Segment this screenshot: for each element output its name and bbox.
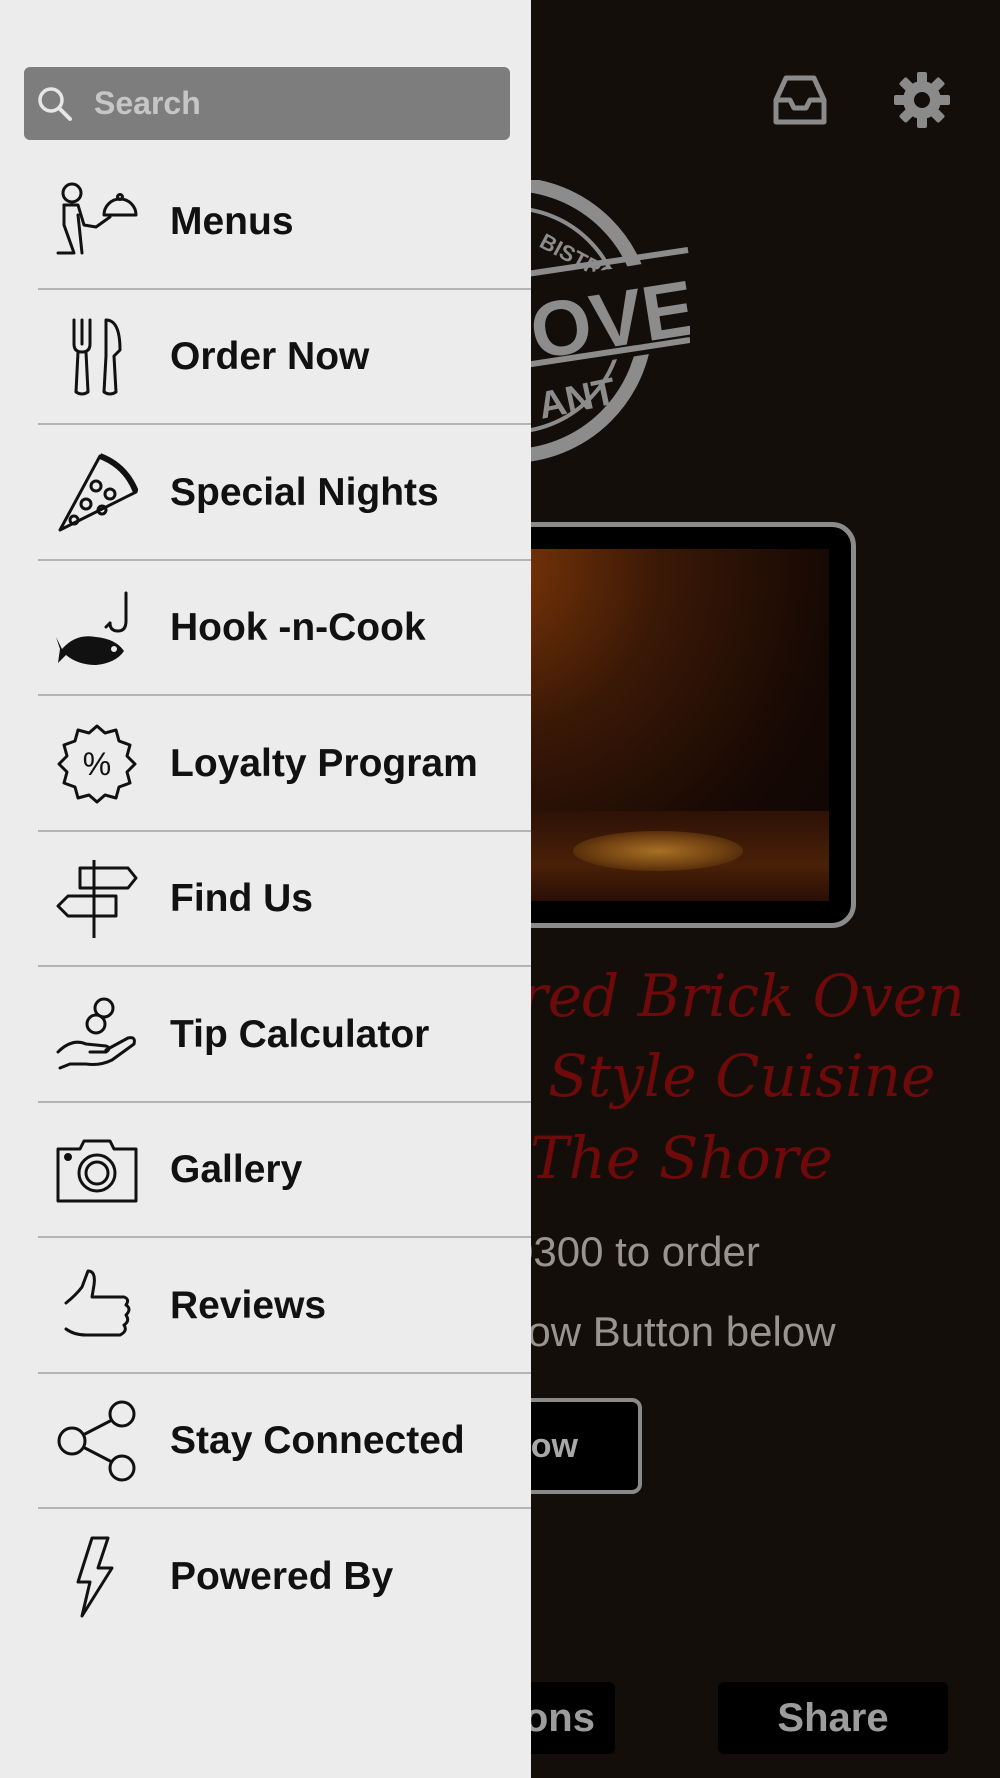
menu-item-powered-by[interactable]: Powered By: [0, 1509, 531, 1645]
menu-item-tip-calculator[interactable]: Tip Calculator: [0, 967, 531, 1103]
menu-item-label: Special Nights: [170, 470, 439, 514]
menu-item-reviews[interactable]: Reviews: [0, 1238, 531, 1374]
menu-item-find-us[interactable]: Find Us: [0, 832, 531, 967]
menu-item-gallery[interactable]: Gallery: [0, 1103, 531, 1238]
menu-item-label: Order Now: [170, 335, 370, 379]
camera-icon: [56, 1129, 138, 1211]
percent-badge-icon: %: [56, 723, 138, 805]
pizza-in-oven: [573, 831, 743, 871]
headline-line-3: The Shore: [530, 1124, 833, 1192]
menu-item-hook-n-cook[interactable]: Hook -n-Cook: [0, 561, 531, 696]
navigation-drawer: Menus Order Now: [0, 0, 531, 1778]
menu-item-label: Reviews: [170, 1283, 327, 1327]
signpost-icon: [56, 858, 138, 940]
hand-coins-icon: [56, 994, 138, 1076]
fork-knife-icon: [56, 316, 138, 398]
order-instruction-line-2: low Button below: [518, 1308, 836, 1355]
lightning-icon: [56, 1536, 138, 1618]
search-input[interactable]: [94, 67, 494, 140]
menu-item-label: Tip Calculator: [170, 1012, 430, 1056]
headline-line-2: Style Cuisine: [548, 1042, 936, 1110]
search-icon: [34, 83, 74, 123]
menu-item-label: Find Us: [170, 877, 313, 921]
menu-item-menus[interactable]: Menus: [0, 154, 531, 290]
gear-icon[interactable]: [892, 70, 952, 130]
share-button[interactable]: Share: [718, 1682, 948, 1754]
svg-text:%: %: [83, 746, 111, 782]
menu-item-label: Gallery: [170, 1148, 303, 1192]
search-bar[interactable]: [24, 67, 510, 140]
drawer-menu: Menus Order Now Special Nights Hook -n-C…: [0, 154, 531, 1645]
menu-item-label: Stay Connected: [170, 1419, 465, 1463]
inbox-icon[interactable]: [770, 70, 830, 130]
thumbs-up-icon: [56, 1265, 138, 1347]
menu-item-label: Hook -n-Cook: [170, 606, 426, 650]
order-instruction-line-1: 0300 to order: [510, 1228, 760, 1275]
share-icon: [56, 1400, 138, 1482]
waiter-icon: [56, 181, 138, 263]
menu-item-order-now[interactable]: Order Now: [0, 290, 531, 425]
fish-hook-icon: [56, 587, 138, 669]
menu-item-special-nights[interactable]: Special Nights: [0, 425, 531, 561]
menu-item-label: Menus: [170, 199, 294, 243]
menu-item-stay-connected[interactable]: Stay Connected: [0, 1374, 531, 1509]
menu-item-label: Loyalty Program: [170, 741, 478, 785]
menu-item-label: Powered By: [170, 1554, 394, 1598]
menu-item-loyalty-program[interactable]: % Loyalty Program: [0, 696, 531, 832]
pizza-icon: [56, 452, 139, 534]
headline-line-1: red Brick Oven: [520, 962, 965, 1030]
